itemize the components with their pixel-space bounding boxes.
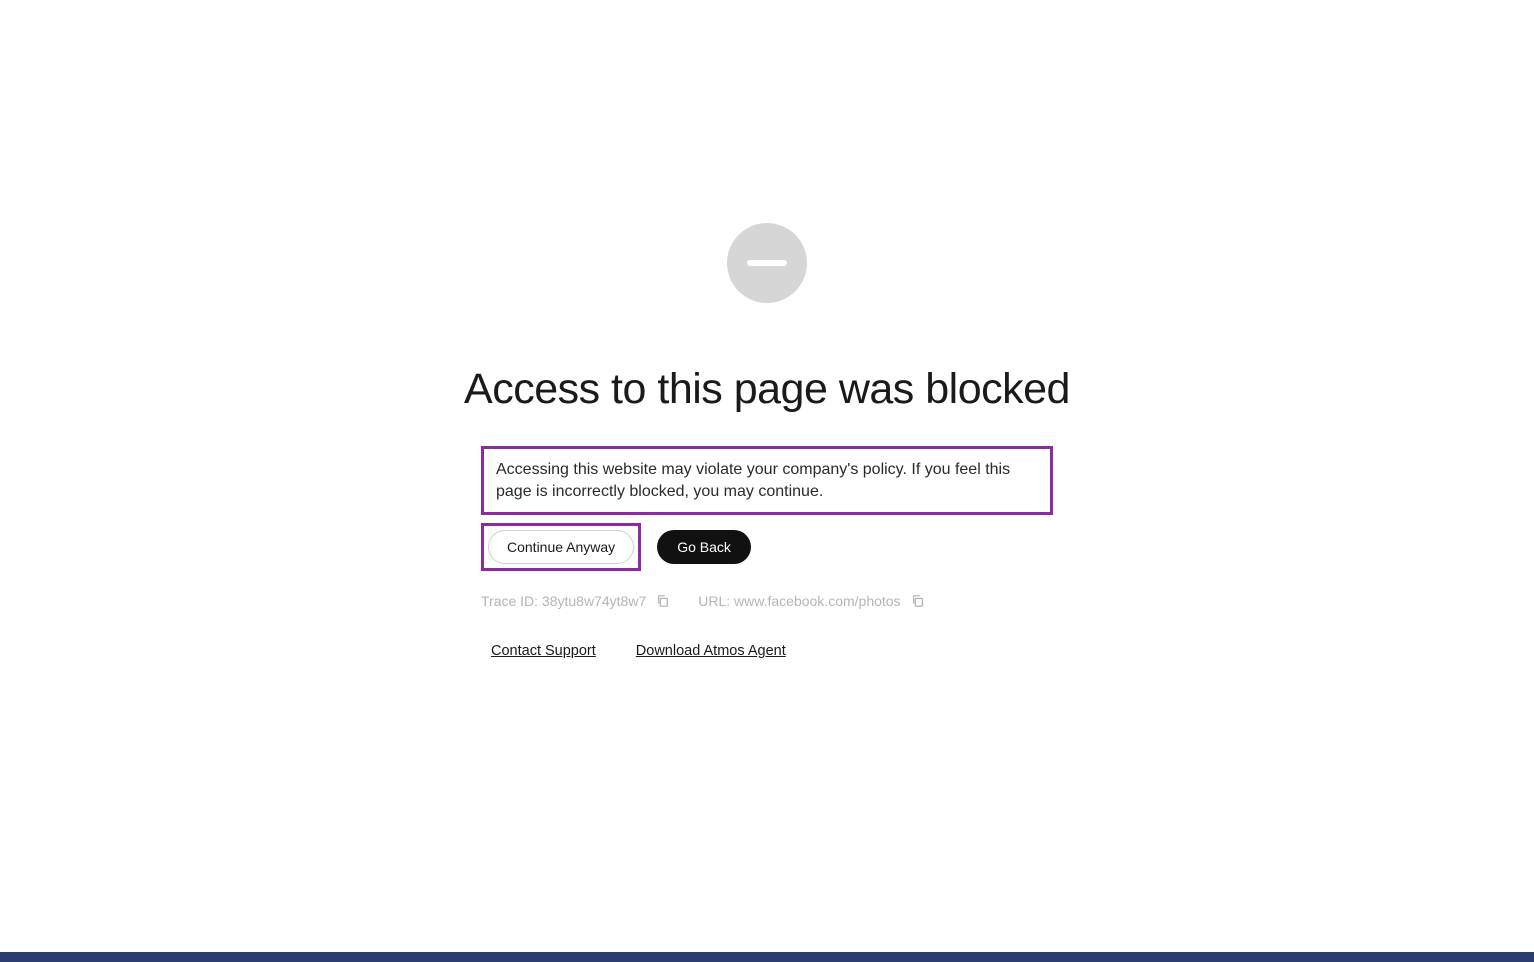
blocked-page-content: Access to this page was blocked Accessin… — [0, 0, 1534, 659]
copy-trace-icon[interactable] — [656, 594, 670, 608]
continue-anyway-button[interactable]: Continue Anyway — [488, 530, 634, 564]
bottom-bar — [0, 952, 1534, 962]
contact-support-link[interactable]: Contact Support — [491, 643, 596, 659]
url-value: www.facebook.com/photos — [734, 593, 901, 609]
copy-url-icon[interactable] — [911, 594, 925, 608]
url-label: URL: — [698, 593, 730, 609]
minus-bar — [747, 260, 787, 266]
trace-id-label: Trace ID: — [481, 593, 538, 609]
trace-id-text: Trace ID: 38ytu8w74yt8w7 — [481, 593, 646, 609]
go-back-button[interactable]: Go Back — [657, 530, 751, 564]
description-highlight-box: Accessing this website may violate your … — [481, 446, 1053, 515]
blocked-icon — [727, 223, 807, 303]
trace-id-value: 38ytu8w74yt8w7 — [542, 593, 646, 609]
meta-row: Trace ID: 38ytu8w74yt8w7 URL: www.facebo… — [481, 593, 1053, 609]
description-text: Accessing this website may violate your … — [496, 459, 1038, 502]
footer-links-row: Contact Support Download Atmos Agent — [481, 643, 1053, 659]
continue-highlight-box: Continue Anyway — [481, 523, 641, 571]
page-title: Access to this page was blocked — [464, 365, 1070, 414]
url-text: URL: www.facebook.com/photos — [698, 593, 900, 609]
button-row: Continue Anyway Go Back — [481, 523, 1053, 571]
download-agent-link[interactable]: Download Atmos Agent — [636, 643, 786, 659]
